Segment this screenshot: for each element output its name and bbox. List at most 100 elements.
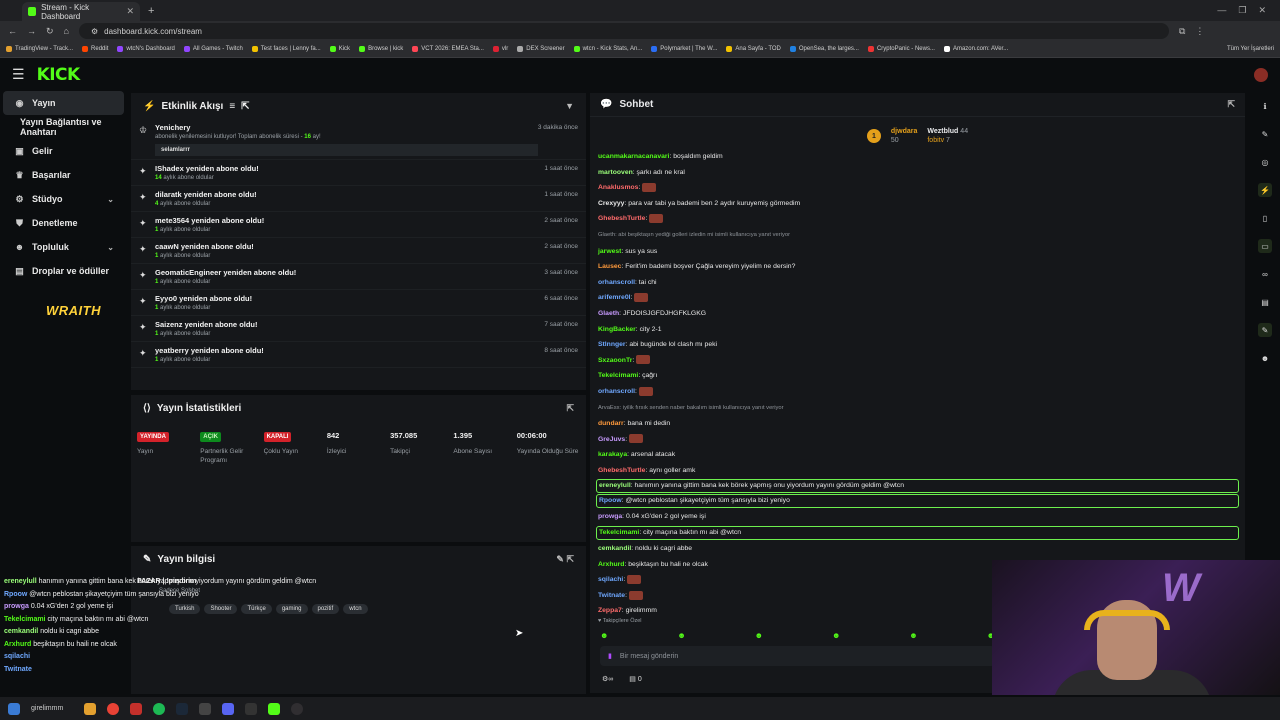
file-explorer-icon[interactable] (84, 702, 96, 715)
pencil-icon[interactable]: ✎ (1258, 127, 1272, 141)
chat-username[interactable]: sqilachi (598, 576, 623, 583)
windows-start-icon[interactable] (8, 702, 20, 715)
settings-icon[interactable]: ⚙∞ (602, 675, 613, 683)
app-icon[interactable] (245, 702, 257, 715)
bookmark-item[interactable]: OpenSea, the larges... (789, 46, 859, 52)
stats-icon[interactable]: ▤ (1258, 295, 1272, 309)
chat-username[interactable]: Rpoow (599, 497, 622, 504)
link-icon[interactable]: ∞ (1258, 267, 1272, 281)
sidebar-item-droplar[interactable]: ▤ Droplar ve ödüller (3, 259, 124, 283)
chat-username[interactable]: Twitnate (598, 592, 625, 599)
close-window-icon[interactable]: ✕ (1258, 5, 1266, 16)
sidebar-item-studyo[interactable]: ⚙ Stüdyo ⌄ (3, 187, 124, 211)
sponsor-logo[interactable]: WRAITH (46, 303, 127, 318)
chat-message[interactable]: Tekelcimami: city maçına baktın mı abi @… (596, 526, 1239, 541)
address-bar[interactable]: ⚙ dashboard.kick.com/stream (78, 23, 1169, 39)
home-icon[interactable]: ⌂ (64, 26, 69, 36)
chat-message[interactable]: GhebeshTurtle: (590, 211, 1245, 227)
chat-message[interactable]: SxzaoonTr: (590, 353, 1245, 369)
chat-message[interactable]: Stlnnger: abi bugünde lol clash mı peki (590, 337, 1245, 353)
bookmark-item[interactable]: Kick (329, 46, 350, 52)
sidebar-item-basarilar[interactable]: ♛ Başarılar (3, 163, 124, 187)
chat-username[interactable]: cemkandil (598, 545, 631, 552)
chat-message[interactable]: GhebeshTurtle: aynı goller amk (590, 463, 1245, 479)
tag-chip[interactable]: wtcn (343, 604, 368, 614)
bookmark-item[interactable]: DEX Screener (517, 46, 565, 52)
bookmark-item[interactable]: wtcn - Kick Stats, An... (573, 46, 642, 52)
bookmark-item[interactable]: All Games - Twitch (183, 46, 243, 52)
app-icon[interactable] (199, 702, 211, 715)
chat-message[interactable]: Rpoow: @wtcn peblostan şikayetçiyim tüm … (596, 494, 1239, 509)
browser-tab[interactable]: Stream - Kick Dashboard ✕ (22, 2, 140, 21)
chat-username[interactable]: Lausec (598, 263, 621, 270)
bookmark-item[interactable]: VCT 2026: EMEA Sta... (412, 46, 484, 52)
chat-message[interactable]: ereneylull: hanımın yanına gittim bana k… (596, 479, 1239, 494)
popout-icon[interactable]: ⇱ (566, 403, 574, 414)
all-bookmarks-button[interactable]: Tüm Yer İşaretleri (1227, 46, 1274, 52)
bookmark-item[interactable]: CryptoPanic - News... (867, 46, 935, 52)
steam-icon[interactable] (176, 702, 188, 715)
chevron-down-icon[interactable]: ⌄ (107, 195, 114, 204)
bookmark-item[interactable]: TradingView - Track... (6, 46, 73, 52)
chat-icon[interactable]: ▭ (1258, 239, 1272, 253)
bookmark-item[interactable]: Browse | kick (359, 46, 403, 52)
chat-username[interactable]: martooven (598, 169, 633, 176)
discord-icon[interactable] (222, 702, 234, 715)
spotify-icon[interactable] (153, 702, 165, 715)
sidebar-item-stream-key[interactable]: Yayın Bağlantısı ve Anahtarı (3, 115, 124, 139)
bookmark-item[interactable]: wtcN's Dashboard (117, 46, 175, 52)
chat-username[interactable]: ucanmakarnacanavari (598, 153, 669, 160)
chat-message[interactable]: KingBacker: city 2-1 (590, 322, 1245, 338)
chat-username[interactable]: jarwest (598, 248, 621, 255)
menu-icon[interactable]: ⋮ (1195, 26, 1204, 37)
chat-username[interactable]: arifemre0l (598, 294, 631, 301)
chat-message[interactable]: Tekelcimami: çağrı (590, 368, 1245, 384)
emote-icon[interactable]: ☻ (909, 631, 917, 640)
sidebar-item-denetleme[interactable]: ⛊ Denetleme (3, 211, 124, 235)
chat-username[interactable]: SxzaoonTr (598, 357, 632, 364)
chat-username[interactable]: Zeppa7 (598, 607, 622, 614)
chat-reply-hint[interactable]: ArvaEsx: iyilik fırsık senden naber baka… (590, 400, 1245, 417)
sidebar-item-topluluk[interactable]: ☻ Topluluk ⌄ (3, 235, 124, 259)
emote-icon[interactable]: ☻ (600, 631, 608, 640)
edit-icon[interactable]: ✎ ⇱ (556, 554, 574, 565)
info-icon[interactable]: ℹ (1258, 99, 1272, 113)
forward-icon[interactable]: → (27, 26, 36, 36)
back-icon[interactable]: ← (8, 26, 17, 36)
chat-username[interactable]: GhebeshTurtle (598, 467, 645, 474)
chat-message[interactable]: Lausec: Ferit'im bademi boşver Çağla ver… (590, 259, 1245, 275)
pinned-user[interactable]: Weztblud (927, 128, 958, 135)
chat-message[interactable]: ucanmakarnacanavari: boşaldım geldim (590, 149, 1245, 165)
minimize-icon[interactable]: — (1217, 5, 1226, 16)
site-info-icon[interactable]: ⚙ (91, 27, 98, 36)
chat-message[interactable]: orhanscroll: tai chi (590, 275, 1245, 291)
chat-message[interactable]: jarwest: sus ya sus (590, 244, 1245, 260)
chat-username[interactable]: Glaeth (598, 310, 619, 317)
bookmark-item[interactable]: Ana Sayfa - TOD (726, 46, 781, 52)
chrome-icon[interactable] (107, 702, 119, 715)
bookmark-item[interactable]: Test faces | Lenny fa... (251, 46, 321, 52)
chat-username[interactable]: Tekelcimami (599, 529, 639, 536)
taskbar-search[interactable]: girelimmm (31, 705, 73, 712)
new-tab-icon[interactable]: + (148, 5, 154, 17)
bolt-icon[interactable]: ⚡ (1258, 183, 1272, 197)
close-tab-icon[interactable]: ✕ (126, 6, 134, 17)
users-icon[interactable]: ☻ (1258, 351, 1272, 365)
filter-icon[interactable]: ≡ (229, 101, 235, 112)
sidebar-item-gelir[interactable]: ▣ Gelir (3, 139, 124, 163)
bookmark-item[interactable]: Amazon.com: AVer... (943, 46, 1008, 52)
emote-icon[interactable]: ☻ (832, 631, 840, 640)
hamburger-menu-icon[interactable]: ☰ (12, 66, 25, 83)
emote-icon[interactable]: ☻ (755, 631, 763, 640)
app-icon[interactable] (130, 702, 142, 715)
emote-icon[interactable]: ☻ (677, 631, 685, 640)
kick-logo[interactable]: KICK (37, 65, 81, 85)
bookmark-item[interactable]: Reddit (82, 46, 108, 52)
chat-input[interactable]: ▮ Bir mesaj gönderin (600, 646, 995, 666)
user-avatar[interactable] (1254, 67, 1268, 82)
sidebar-item-yayin[interactable]: ◉ Yayın (3, 91, 124, 115)
bookmark-item[interactable]: Polymarket | The W... (651, 46, 717, 52)
document-icon[interactable]: ▯ (1258, 211, 1272, 225)
chat-username[interactable]: orhanscroll (598, 279, 635, 286)
chat-username[interactable]: KingBacker (598, 326, 636, 333)
